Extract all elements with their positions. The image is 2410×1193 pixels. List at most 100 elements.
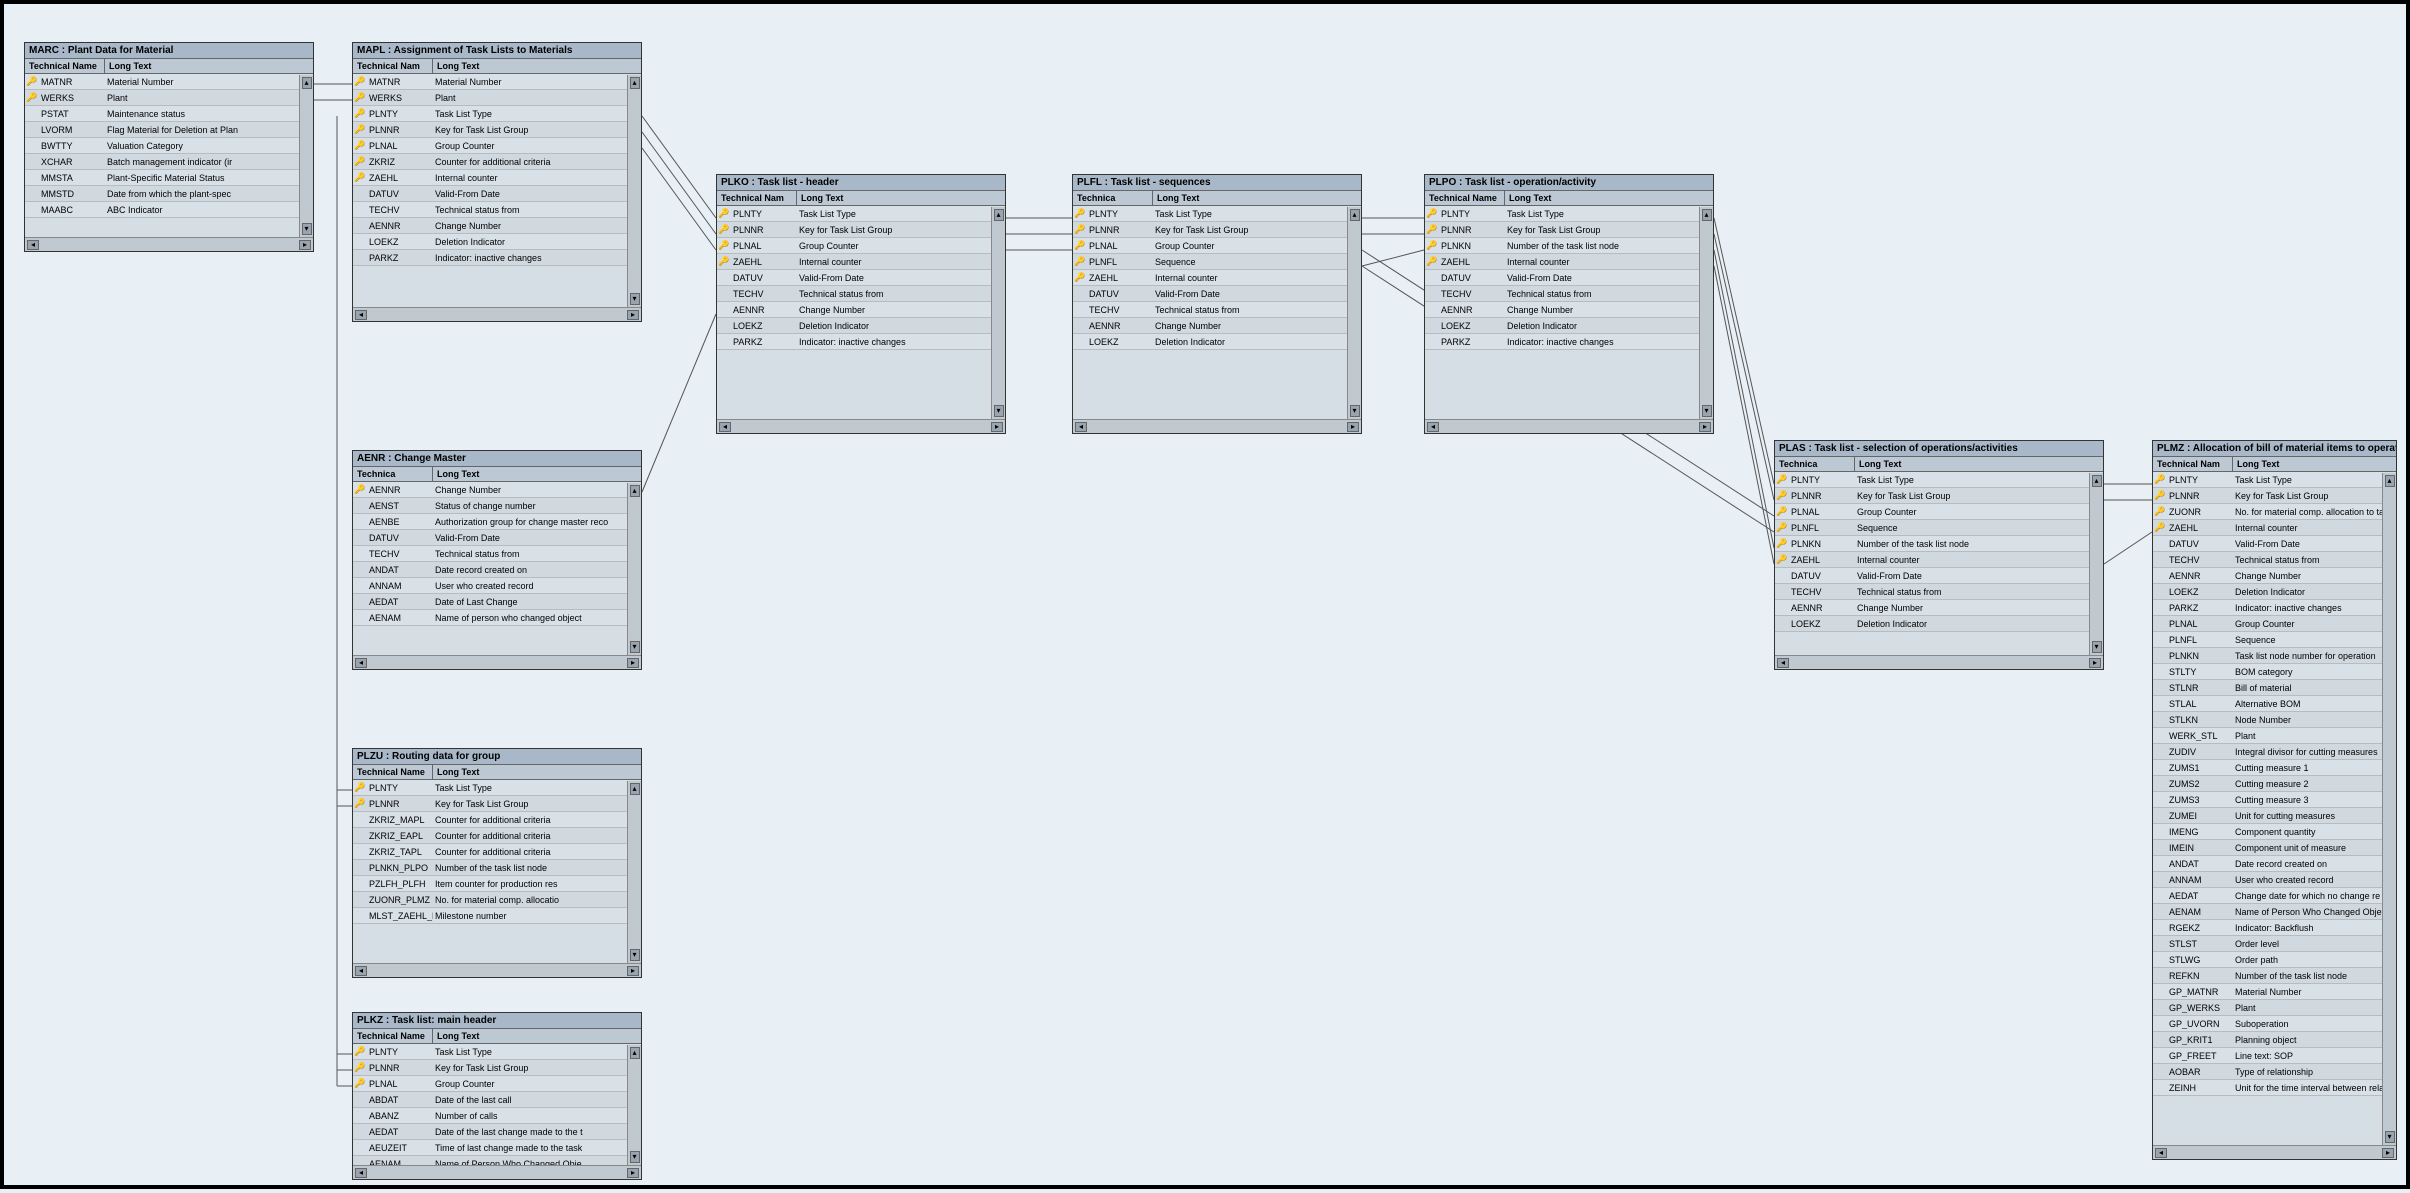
table-row[interactable]: TECHVTechnical status from — [353, 202, 627, 218]
table-row[interactable]: ZUMS2Cutting measure 2 — [2153, 776, 2382, 792]
table-row[interactable]: 🔑PLNTYTask List Type — [2153, 472, 2382, 488]
table-row[interactable]: AENSTStatus of change number — [353, 498, 627, 514]
table-row[interactable]: AENNRChange Number — [1073, 318, 1347, 334]
scroll-up-icon[interactable]: ▴ — [2092, 475, 2102, 487]
table-row[interactable]: ABDATDate of the last call — [353, 1092, 627, 1108]
scroll-up-icon[interactable]: ▴ — [2385, 475, 2395, 487]
scroll-right-icon[interactable]: ▸ — [2089, 658, 2101, 668]
horizontal-scrollbar[interactable]: ◂▸ — [1425, 419, 1713, 433]
table-row[interactable]: AENAMName of Person Who Changed Obje — [353, 1156, 627, 1165]
table-row[interactable]: AENNRChange Number — [2153, 568, 2382, 584]
horizontal-scrollbar[interactable]: ◂▸ — [353, 963, 641, 977]
column-header-technical[interactable]: Technica — [1775, 457, 1855, 471]
table-row[interactable]: 🔑ZUONRNo. for material comp. allocation … — [2153, 504, 2382, 520]
scroll-down-icon[interactable]: ▾ — [1350, 405, 1360, 417]
table-row[interactable]: MMSTDDate from which the plant-spec — [25, 186, 299, 202]
table-row[interactable]: ZKRIZ_MAPLCounter for additional criteri… — [353, 812, 627, 828]
table-row[interactable]: 🔑ZKRIZCounter for additional criteria — [353, 154, 627, 170]
table-row[interactable]: MAABCABC Indicator — [25, 202, 299, 218]
table-row[interactable]: STLTYBOM category — [2153, 664, 2382, 680]
table-row[interactable]: GP_WERKSPlant — [2153, 1000, 2382, 1016]
table-row[interactable]: 🔑AENNRChange Number — [353, 482, 627, 498]
table-row[interactable]: 🔑PLNALGroup Counter — [353, 138, 627, 154]
table-row[interactable]: 🔑PLNNRKey for Task List Group — [353, 796, 627, 812]
table-row[interactable]: PLNKN_PLPONumber of the task list node — [353, 860, 627, 876]
table-row[interactable]: 🔑PLNFLSequence — [1073, 254, 1347, 270]
table-row[interactable]: BWTTYValuation Category — [25, 138, 299, 154]
column-header-longtext[interactable]: Long Text — [1855, 457, 2103, 471]
table-row[interactable]: PLNKNTask list node number for operation — [2153, 648, 2382, 664]
column-header-longtext[interactable]: Long Text — [433, 467, 641, 481]
table-row[interactable]: 🔑PLNNRKey for Task List Group — [1425, 222, 1699, 238]
table-row[interactable]: 🔑PLNNRKey for Task List Group — [1775, 488, 2089, 504]
table-row[interactable]: 🔑PLNNRKey for Task List Group — [353, 1060, 627, 1076]
table-row[interactable]: TECHVTechnical status from — [2153, 552, 2382, 568]
table-row[interactable]: GP_UVORNSuboperation — [2153, 1016, 2382, 1032]
table-row[interactable]: PARKZIndicator: inactive changes — [717, 334, 991, 350]
scroll-up-icon[interactable]: ▴ — [1702, 209, 1712, 221]
table-row[interactable]: AENNRChange Number — [1775, 600, 2089, 616]
scroll-down-icon[interactable]: ▾ — [2092, 641, 2102, 653]
scroll-up-icon[interactable]: ▴ — [630, 485, 640, 497]
table-row[interactable]: PLNFLSequence — [2153, 632, 2382, 648]
horizontal-scrollbar[interactable]: ◂▸ — [1775, 655, 2103, 669]
scroll-left-icon[interactable]: ◂ — [1427, 422, 1439, 432]
column-header-technical[interactable]: Technica — [1073, 191, 1153, 205]
vertical-scrollbar[interactable]: ▴▾ — [2089, 473, 2103, 655]
table-row[interactable]: AENNRChange Number — [717, 302, 991, 318]
table-row[interactable]: 🔑MATNRMaterial Number — [353, 74, 627, 90]
scroll-right-icon[interactable]: ▸ — [991, 422, 1003, 432]
scroll-up-icon[interactable]: ▴ — [302, 77, 312, 89]
table-row[interactable]: DATUVValid-From Date — [353, 186, 627, 202]
table-row[interactable]: XCHARBatch management indicator (ir — [25, 154, 299, 170]
table-row[interactable]: ZUMS3Cutting measure 3 — [2153, 792, 2382, 808]
entity-plzu[interactable]: PLZU : Routing data for groupTechnical N… — [352, 748, 642, 978]
table-row[interactable]: PARKZIndicator: inactive changes — [1425, 334, 1699, 350]
table-row[interactable]: AENAMName of Person Who Changed Obje — [2153, 904, 2382, 920]
column-header-longtext[interactable]: Long Text — [1153, 191, 1361, 205]
table-row[interactable]: PZLFH_PLFHItem counter for production re… — [353, 876, 627, 892]
table-row[interactable]: STLALAlternative BOM — [2153, 696, 2382, 712]
column-header-longtext[interactable]: Long Text — [1505, 191, 1713, 205]
table-row[interactable]: ANNAMUser who created record — [353, 578, 627, 594]
table-row[interactable]: DATUVValid-From Date — [353, 530, 627, 546]
entity-plko[interactable]: PLKO : Task list - headerTechnical NamLo… — [716, 174, 1006, 434]
table-row[interactable]: TECHVTechnical status from — [717, 286, 991, 302]
column-header-technical[interactable]: Technical Name — [25, 59, 105, 73]
table-row[interactable]: STLWGOrder path — [2153, 952, 2382, 968]
table-row[interactable]: MMSTAPlant-Specific Material Status — [25, 170, 299, 186]
table-row[interactable]: ZEINHUnit for the time interval between … — [2153, 1080, 2382, 1096]
table-row[interactable]: AEUZEITTime of last change made to the t… — [353, 1140, 627, 1156]
column-header-longtext[interactable]: Long Text — [433, 1029, 641, 1043]
table-row[interactable]: DATUVValid-From Date — [1775, 568, 2089, 584]
table-row[interactable]: 🔑ZAEHLInternal counter — [2153, 520, 2382, 536]
table-row[interactable]: ANNAMUser who created record — [2153, 872, 2382, 888]
table-row[interactable]: PARKZIndicator: inactive changes — [2153, 600, 2382, 616]
table-row[interactable]: IMENGComponent quantity — [2153, 824, 2382, 840]
table-row[interactable]: LOEKZDeletion Indicator — [1775, 616, 2089, 632]
column-header-longtext[interactable]: Long Text — [797, 191, 1005, 205]
table-row[interactable]: 🔑ZAEHLInternal counter — [1775, 552, 2089, 568]
table-row[interactable]: LOEKZDeletion Indicator — [353, 234, 627, 250]
entity-mapl[interactable]: MAPL : Assignment of Task Lists to Mater… — [352, 42, 642, 322]
table-row[interactable]: 🔑PLNALGroup Counter — [717, 238, 991, 254]
column-header-technical[interactable]: Technical Nam — [717, 191, 797, 205]
table-row[interactable]: AENAMName of person who changed object — [353, 610, 627, 626]
table-row[interactable]: DATUVValid-From Date — [717, 270, 991, 286]
table-row[interactable]: TECHVTechnical status from — [353, 546, 627, 562]
scroll-left-icon[interactable]: ◂ — [355, 658, 367, 668]
table-row[interactable]: 🔑PLNKNNumber of the task list node — [1775, 536, 2089, 552]
column-header-longtext[interactable]: Long Text — [105, 59, 313, 73]
column-header-technical[interactable]: Technical Name — [353, 1029, 433, 1043]
table-row[interactable]: 🔑PLNTYTask List Type — [1073, 206, 1347, 222]
scroll-left-icon[interactable]: ◂ — [27, 240, 39, 250]
vertical-scrollbar[interactable]: ▴▾ — [627, 483, 641, 655]
table-row[interactable]: AENNRChange Number — [1425, 302, 1699, 318]
table-row[interactable]: ZUONR_PLMZNo. for material comp. allocat… — [353, 892, 627, 908]
vertical-scrollbar[interactable]: ▴▾ — [627, 781, 641, 963]
table-row[interactable]: 🔑PLNNRKey for Task List Group — [1073, 222, 1347, 238]
vertical-scrollbar[interactable]: ▴▾ — [1347, 207, 1361, 419]
table-row[interactable]: 🔑PLNNRKey for Task List Group — [2153, 488, 2382, 504]
table-row[interactable]: REFKNNumber of the task list node — [2153, 968, 2382, 984]
vertical-scrollbar[interactable]: ▴▾ — [2382, 473, 2396, 1145]
